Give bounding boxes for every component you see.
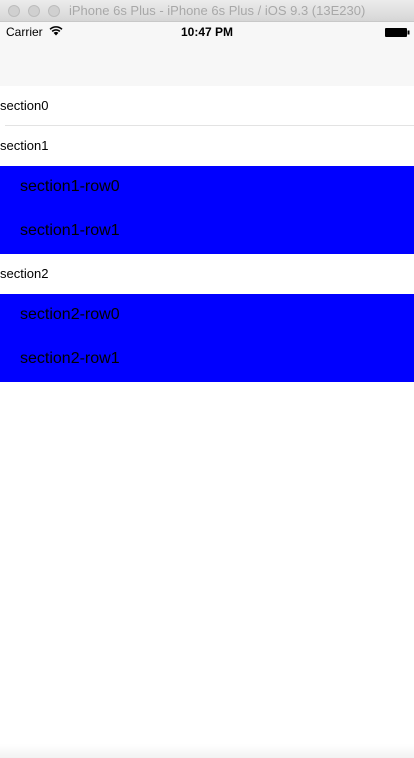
row-label: section1-row0 xyxy=(20,178,120,195)
window-title: iPhone 6s Plus - iPhone 6s Plus / iOS 9.… xyxy=(69,3,366,18)
section-header-2: section2 xyxy=(0,254,414,294)
row-label: section2-row0 xyxy=(20,306,120,323)
close-window-button[interactable] xyxy=(8,5,20,17)
section-header-label: section2 xyxy=(0,266,49,281)
table-row[interactable]: section2-row1 xyxy=(0,338,414,382)
row-label: section2-row1 xyxy=(20,350,120,367)
table-row[interactable]: section2-row0 xyxy=(0,294,414,338)
simulator-title-bar: iPhone 6s Plus - iPhone 6s Plus / iOS 9.… xyxy=(0,0,414,22)
table-row[interactable]: section1-row1 xyxy=(0,210,414,254)
status-time: 10:47 PM xyxy=(180,25,234,39)
section-header-label: section0 xyxy=(0,98,49,113)
navigation-bar xyxy=(0,42,414,86)
zoom-window-button[interactable] xyxy=(48,5,60,17)
table-view[interactable]: section0 section1 section1-row0 section1… xyxy=(0,86,414,382)
section-header-1: section1 xyxy=(0,126,414,166)
section-header-label: section1 xyxy=(0,138,49,153)
section-header-0: section0 xyxy=(0,86,414,126)
status-bar: Carrier 10:47 PM xyxy=(0,22,414,42)
minimize-window-button[interactable] xyxy=(28,5,40,17)
bottom-shadow xyxy=(0,744,414,758)
table-row[interactable]: section1-row0 xyxy=(0,166,414,210)
battery-icon xyxy=(385,28,410,37)
row-label: section1-row1 xyxy=(20,222,120,239)
